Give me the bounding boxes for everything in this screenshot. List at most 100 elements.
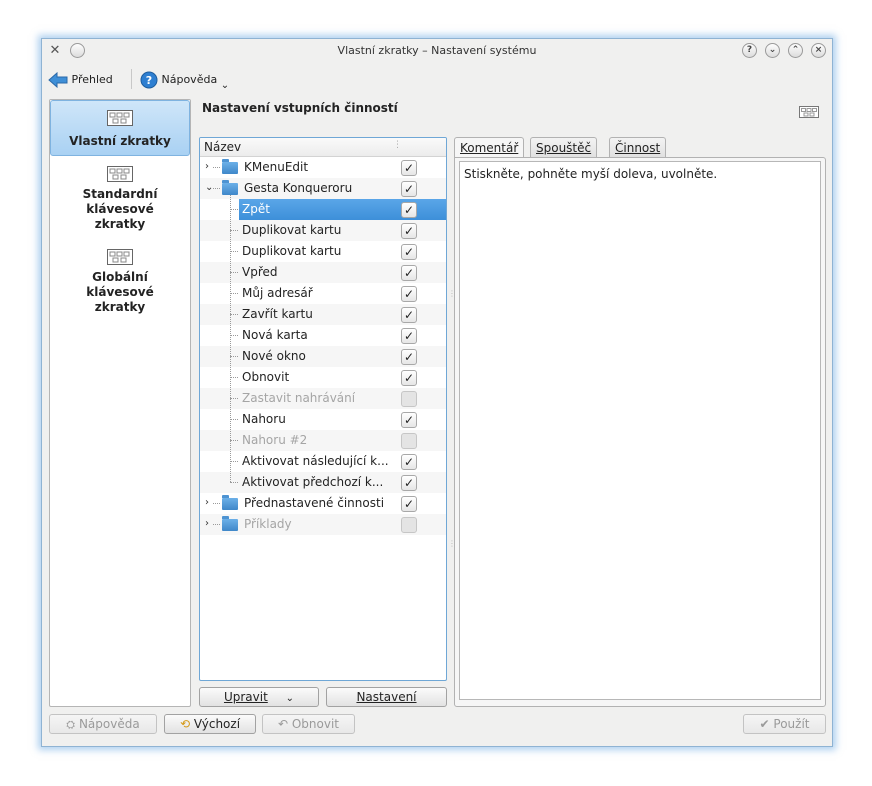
tree-row[interactable]: Aktivovat následující k... ✓ xyxy=(200,451,446,472)
enabled-checkbox[interactable]: ✓ xyxy=(401,349,417,365)
enabled-checkbox[interactable]: ✓ xyxy=(401,475,417,491)
sidebar-item-custom-shortcuts[interactable]: Vlastní zkratky xyxy=(50,100,190,156)
sidebar-item-global-shortcuts[interactable]: Globální klávesové zkratky xyxy=(51,249,189,315)
column-header-name[interactable]: Název xyxy=(204,140,241,154)
toolbar: Přehled ? Nápověda ⌄ xyxy=(42,65,832,93)
enabled-checkbox[interactable]: ✓ xyxy=(401,496,417,512)
tree-item-label: KMenuEdit xyxy=(244,160,309,174)
overview-label: Přehled xyxy=(71,73,113,86)
comment-textarea[interactable]: Stiskněte, pohněte myší doleva, uvolněte… xyxy=(459,161,821,700)
folder-icon xyxy=(222,159,238,174)
enabled-checkbox[interactable]: ✓ xyxy=(401,370,417,386)
enabled-checkbox[interactable]: ✓ xyxy=(401,265,417,281)
chevron-down-icon: ⌄ xyxy=(220,80,230,91)
tree-item-label: Vpřed xyxy=(242,265,278,279)
enabled-checkbox[interactable] xyxy=(401,517,417,533)
tree-row[interactable]: Nová karta ✓ xyxy=(200,325,446,346)
tree-connector xyxy=(230,377,238,378)
tree-row[interactable]: Vpřed ✓ xyxy=(200,262,446,283)
tree-item-label: Duplikovat kartu xyxy=(242,244,342,258)
undo-icon: ↶ xyxy=(277,717,289,731)
chevron-down-icon: ⌄ xyxy=(285,693,295,704)
tree-item-label: Můj adresář xyxy=(242,286,313,300)
tree-row[interactable]: › Přednastavené činnosti ✓ xyxy=(200,493,446,514)
tree-row[interactable]: Obnovit ✓ xyxy=(200,367,446,388)
tree-row[interactable]: Nahoru ✓ xyxy=(200,409,446,430)
tree-row[interactable]: › Příklady xyxy=(200,514,446,535)
tab-comment[interactable]: Komentář xyxy=(454,137,525,159)
tree-row[interactable]: Můj adresář ✓ xyxy=(200,283,446,304)
enabled-checkbox[interactable] xyxy=(401,433,417,449)
tree-item-label: Aktivovat předchozí k... xyxy=(242,475,384,489)
maximize-icon[interactable]: ⌃ xyxy=(788,43,803,58)
tree-connector xyxy=(230,356,238,357)
tree-row[interactable]: Duplikovat kartu ✓ xyxy=(200,241,446,262)
help-button[interactable]: ⛭ Nápověda xyxy=(49,714,157,734)
edit-button-label: Upravit xyxy=(223,690,268,704)
tree-connector xyxy=(230,482,238,483)
apply-button[interactable]: ✔ Použít xyxy=(743,714,826,734)
defaults-button[interactable]: ⟲ Výchozí xyxy=(164,714,256,734)
tree-row[interactable]: Duplikovat kartu ✓ xyxy=(200,220,446,241)
tree-item-label: Zpět xyxy=(242,202,270,216)
tree-connector xyxy=(230,230,238,231)
tree-item-label: Zastavit nahrávání xyxy=(242,391,356,405)
enabled-checkbox[interactable]: ✓ xyxy=(401,454,417,470)
tree-connector xyxy=(213,524,220,525)
settings-window: ✕ Vlastní zkratky – Nastavení systému ? … xyxy=(41,38,833,747)
tree-connector xyxy=(213,167,220,168)
tab-label: Spouštěč xyxy=(536,141,592,155)
tab-trigger[interactable]: Spouštěč xyxy=(530,137,598,158)
enabled-checkbox[interactable]: ✓ xyxy=(401,160,417,176)
enabled-checkbox[interactable]: ✓ xyxy=(401,202,417,218)
enabled-checkbox[interactable]: ✓ xyxy=(401,244,417,260)
enabled-checkbox[interactable]: ✓ xyxy=(401,286,417,302)
tree-item-label: Zavřít kartu xyxy=(242,307,313,321)
tree-row[interactable]: Zavřít kartu ✓ xyxy=(200,304,446,325)
enabled-checkbox[interactable]: ✓ xyxy=(401,328,417,344)
tree-connector xyxy=(230,419,238,420)
overview-button[interactable]: Přehled xyxy=(48,69,113,91)
tree-row[interactable]: Zpět ✓ xyxy=(200,199,446,220)
tree-connector xyxy=(213,503,220,504)
tree-item-label: Obnovit xyxy=(242,370,290,384)
tree-row[interactable]: Aktivovat předchozí k... ✓ xyxy=(200,472,446,493)
tree-row[interactable]: › KMenuEdit ✓ xyxy=(200,157,446,178)
help-icon: ⛭ xyxy=(66,718,76,731)
help-circle-icon: ? xyxy=(140,71,158,89)
enabled-checkbox[interactable]: ✓ xyxy=(401,307,417,323)
checkmark-icon: ✔ xyxy=(759,717,770,731)
enabled-checkbox[interactable]: ✓ xyxy=(401,223,417,239)
tab-action[interactable]: Činnost xyxy=(609,137,667,158)
title-bar[interactable]: ✕ Vlastní zkratky – Nastavení systému ? … xyxy=(42,39,832,63)
settings-button-label: Nastavení xyxy=(356,690,417,704)
tree-header[interactable]: Název ⋮ xyxy=(200,138,446,157)
tree-row[interactable]: Nahoru #2 xyxy=(200,430,446,451)
sidebar-item-standard-shortcuts[interactable]: Standardní klávesové zkratky xyxy=(51,166,189,232)
tree-row[interactable]: Zastavit nahrávání xyxy=(200,388,446,409)
tab-label: Komentář xyxy=(460,141,519,155)
close-icon[interactable]: × xyxy=(811,43,826,58)
help-label: Nápověda xyxy=(161,73,218,86)
minimize-icon[interactable]: ⌄ xyxy=(765,43,780,58)
reset-button-label: Obnovit xyxy=(291,717,340,731)
enabled-checkbox[interactable] xyxy=(401,391,417,407)
help-icon[interactable]: ? xyxy=(742,43,757,58)
reset-button[interactable]: ↶ Obnovit xyxy=(262,714,355,734)
tree-item-label: Gesta Konqueroru xyxy=(244,181,353,195)
help-menu-button[interactable]: ? Nápověda ⌄ xyxy=(140,69,229,91)
enabled-checkbox[interactable]: ✓ xyxy=(401,181,417,197)
enabled-checkbox[interactable]: ✓ xyxy=(401,412,417,428)
tree-row[interactable]: ⌄ Gesta Konqueroru ✓ xyxy=(200,178,446,199)
tree-connector xyxy=(230,293,238,294)
tree-connector xyxy=(230,195,231,482)
edit-dropdown-button[interactable]: Upravit ⌄ xyxy=(199,687,319,707)
tree-item-label: Aktivovat následující k... xyxy=(242,454,389,468)
actions-tree[interactable]: Název ⋮ › KMenuEdit ✓ ⌄ Gesta Konqueroru ✓ Zpě… xyxy=(199,137,447,681)
column-resize-handle[interactable]: ⋮ xyxy=(393,140,402,150)
tree-row[interactable]: Nové okno ✓ xyxy=(200,346,446,367)
tree-item-label: Nahoru #2 xyxy=(242,433,308,447)
keyboard-icon xyxy=(107,249,133,265)
settings-button[interactable]: Nastavení xyxy=(326,687,447,707)
tree-item-label: Nová karta xyxy=(242,328,308,342)
